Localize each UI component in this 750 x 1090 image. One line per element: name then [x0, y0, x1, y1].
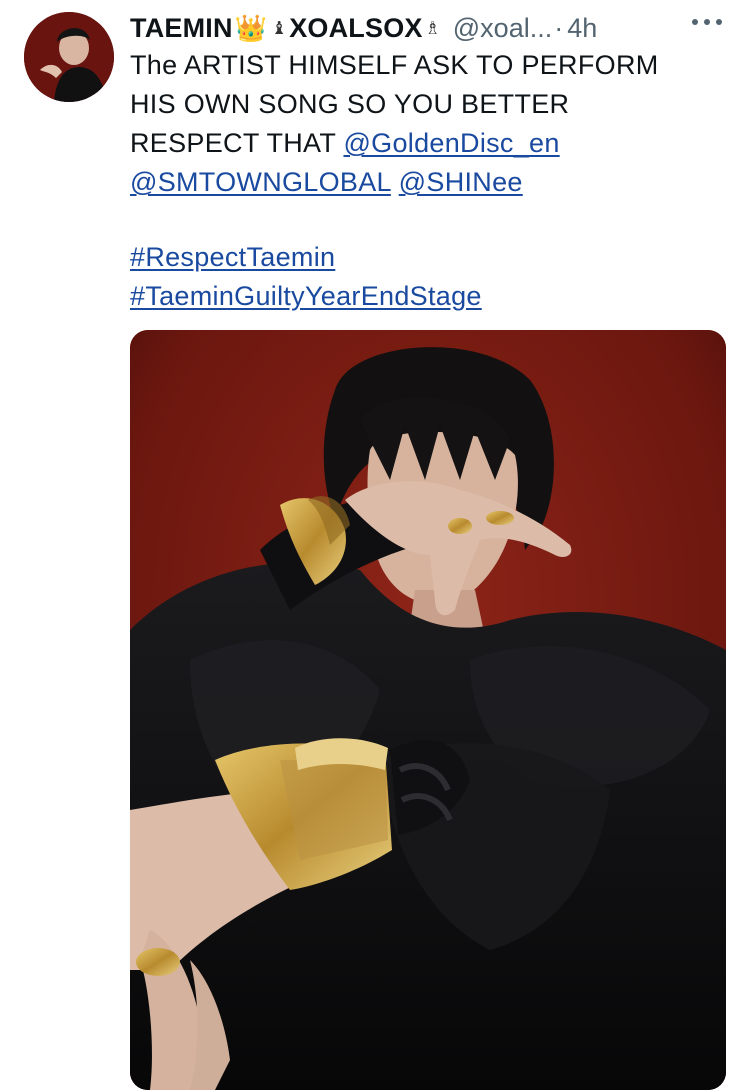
user-handle[interactable]: @xoal... — [453, 13, 552, 44]
tweet-header: TAEMIN 👑 ♝ XOALSOX ♗ @xoal... · 4h — [130, 8, 730, 48]
timestamp[interactable]: 4h — [567, 13, 597, 44]
tweet-text-line: #TaeminGuiltyYearEndStage — [130, 277, 730, 316]
mention-link-shinee[interactable]: @SHINee — [399, 167, 523, 197]
crown-emoji: 👑 — [234, 12, 268, 43]
tweet-text-line: #RespectTaemin — [130, 238, 730, 277]
more-horizontal-icon[interactable] — [692, 10, 722, 34]
more-dot — [704, 19, 710, 25]
photo-image — [130, 330, 726, 1090]
mention-link-goldendisc[interactable]: @GoldenDisc_en — [343, 128, 559, 158]
tweet-text-line: The ARTIST HIMSELF ASK TO PERFORM — [130, 50, 659, 80]
display-name-suffix[interactable]: XOALSOX — [289, 13, 422, 44]
tweet-text-segment: RESPECT THAT — [130, 128, 344, 158]
mention-link-smtown[interactable]: @SMTOWNGLOBAL — [130, 167, 391, 197]
display-name[interactable]: TAEMIN — [130, 13, 233, 44]
chess-bishop-outline-icon: ♗ — [424, 17, 441, 38]
avatar-image — [24, 12, 114, 102]
chess-bishop-icon: ♝ — [271, 17, 288, 38]
more-dot — [692, 19, 698, 25]
tweet-photo[interactable] — [130, 330, 726, 1090]
tweet-text-line: RESPECT THAT @GoldenDisc_en — [130, 124, 730, 163]
more-dot — [716, 19, 722, 25]
separator-dot: · — [554, 12, 564, 43]
tweet-text-line: HIS OWN SONG SO YOU BETTER — [130, 89, 570, 119]
avatar[interactable] — [24, 12, 114, 102]
tweet[interactable]: TAEMIN 👑 ♝ XOALSOX ♗ @xoal... · 4h The A… — [0, 0, 750, 1090]
hashtag-link-taeminguilty[interactable]: #TaeminGuiltyYearEndStage — [130, 281, 482, 311]
hashtag-link-respecttaemin[interactable]: #RespectTaemin — [130, 242, 335, 272]
tweet-text: The ARTIST HIMSELF ASK TO PERFORM HIS OW… — [130, 46, 730, 316]
tweet-text-line: @SMTOWNGLOBAL @SHINee — [130, 163, 730, 202]
